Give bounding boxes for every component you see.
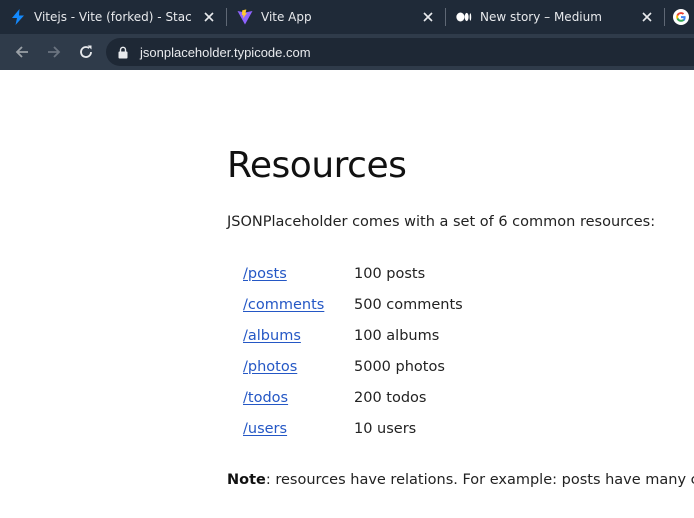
resource-row: /users 10 users [243,413,463,444]
back-arrow-icon[interactable] [8,38,36,66]
tab-strip: Vitejs - Vite (forked) - StackBl Vite Ap… [0,0,694,34]
lock-icon[interactable] [118,45,130,59]
resource-row: /posts 100 posts [243,258,463,289]
address-bar[interactable]: jsonplaceholder.typicode.com [106,38,694,66]
page-title: Resources [227,145,407,186]
resource-link-albums[interactable]: /albums [243,328,354,344]
resource-row: /todos 200 todos [243,382,463,413]
note-text: : resources have relations. For example:… [265,472,694,488]
google-logo-icon [673,9,689,25]
resource-row: /photos 5000 photos [243,351,463,382]
resource-row: /comments 500 comments [243,289,463,320]
resource-link-photos[interactable]: /photos [243,359,354,375]
resource-link-todos[interactable]: /todos [243,390,354,406]
resource-count: 500 comments [354,296,463,313]
resources-table: /posts 100 posts /comments 500 comments … [243,258,463,444]
tab-title: New story – Medium [480,10,602,24]
tab-title: Vite App [261,10,312,24]
resource-count: 100 albums [354,327,440,344]
resource-count: 200 todos [354,389,427,406]
close-tab-icon[interactable] [419,8,437,26]
close-tab-icon[interactable] [200,8,218,26]
tab-medium[interactable]: New story – Medium [446,0,664,34]
browser-toolbar: jsonplaceholder.typicode.com [0,34,694,70]
reload-icon[interactable] [72,38,100,66]
medium-logo-icon [456,9,472,25]
resource-link-comments[interactable]: /comments [243,297,354,313]
lightning-bolt-icon [10,9,26,25]
resource-link-posts[interactable]: /posts [243,266,354,282]
browser-window: Vitejs - Vite (forked) - StackBl Vite Ap… [0,0,694,518]
note-paragraph: Note: resources have relations. For exam… [227,472,694,488]
resource-row: /albums 100 albums [243,320,463,351]
tab-stackblitz[interactable]: Vitejs - Vite (forked) - StackBl [0,0,226,34]
url-text: jsonplaceholder.typicode.com [140,44,311,60]
tab-google[interactable] [665,0,694,34]
note-label: Note [227,472,266,488]
resource-count: 10 users [354,420,417,437]
resource-count: 5000 photos [354,358,445,375]
close-tab-icon[interactable] [638,8,656,26]
resource-count: 100 posts [354,265,426,282]
tab-title: Vitejs - Vite (forked) - StackBl [34,10,192,24]
vite-logo-icon [237,9,253,25]
resource-link-users[interactable]: /users [243,421,354,437]
tab-vite-app[interactable]: Vite App [227,0,445,34]
intro-text: JSONPlaceholder comes with a set of 6 co… [227,214,656,230]
web-page: Resources JSONPlaceholder comes with a s… [0,70,694,518]
forward-arrow-icon[interactable] [40,38,68,66]
